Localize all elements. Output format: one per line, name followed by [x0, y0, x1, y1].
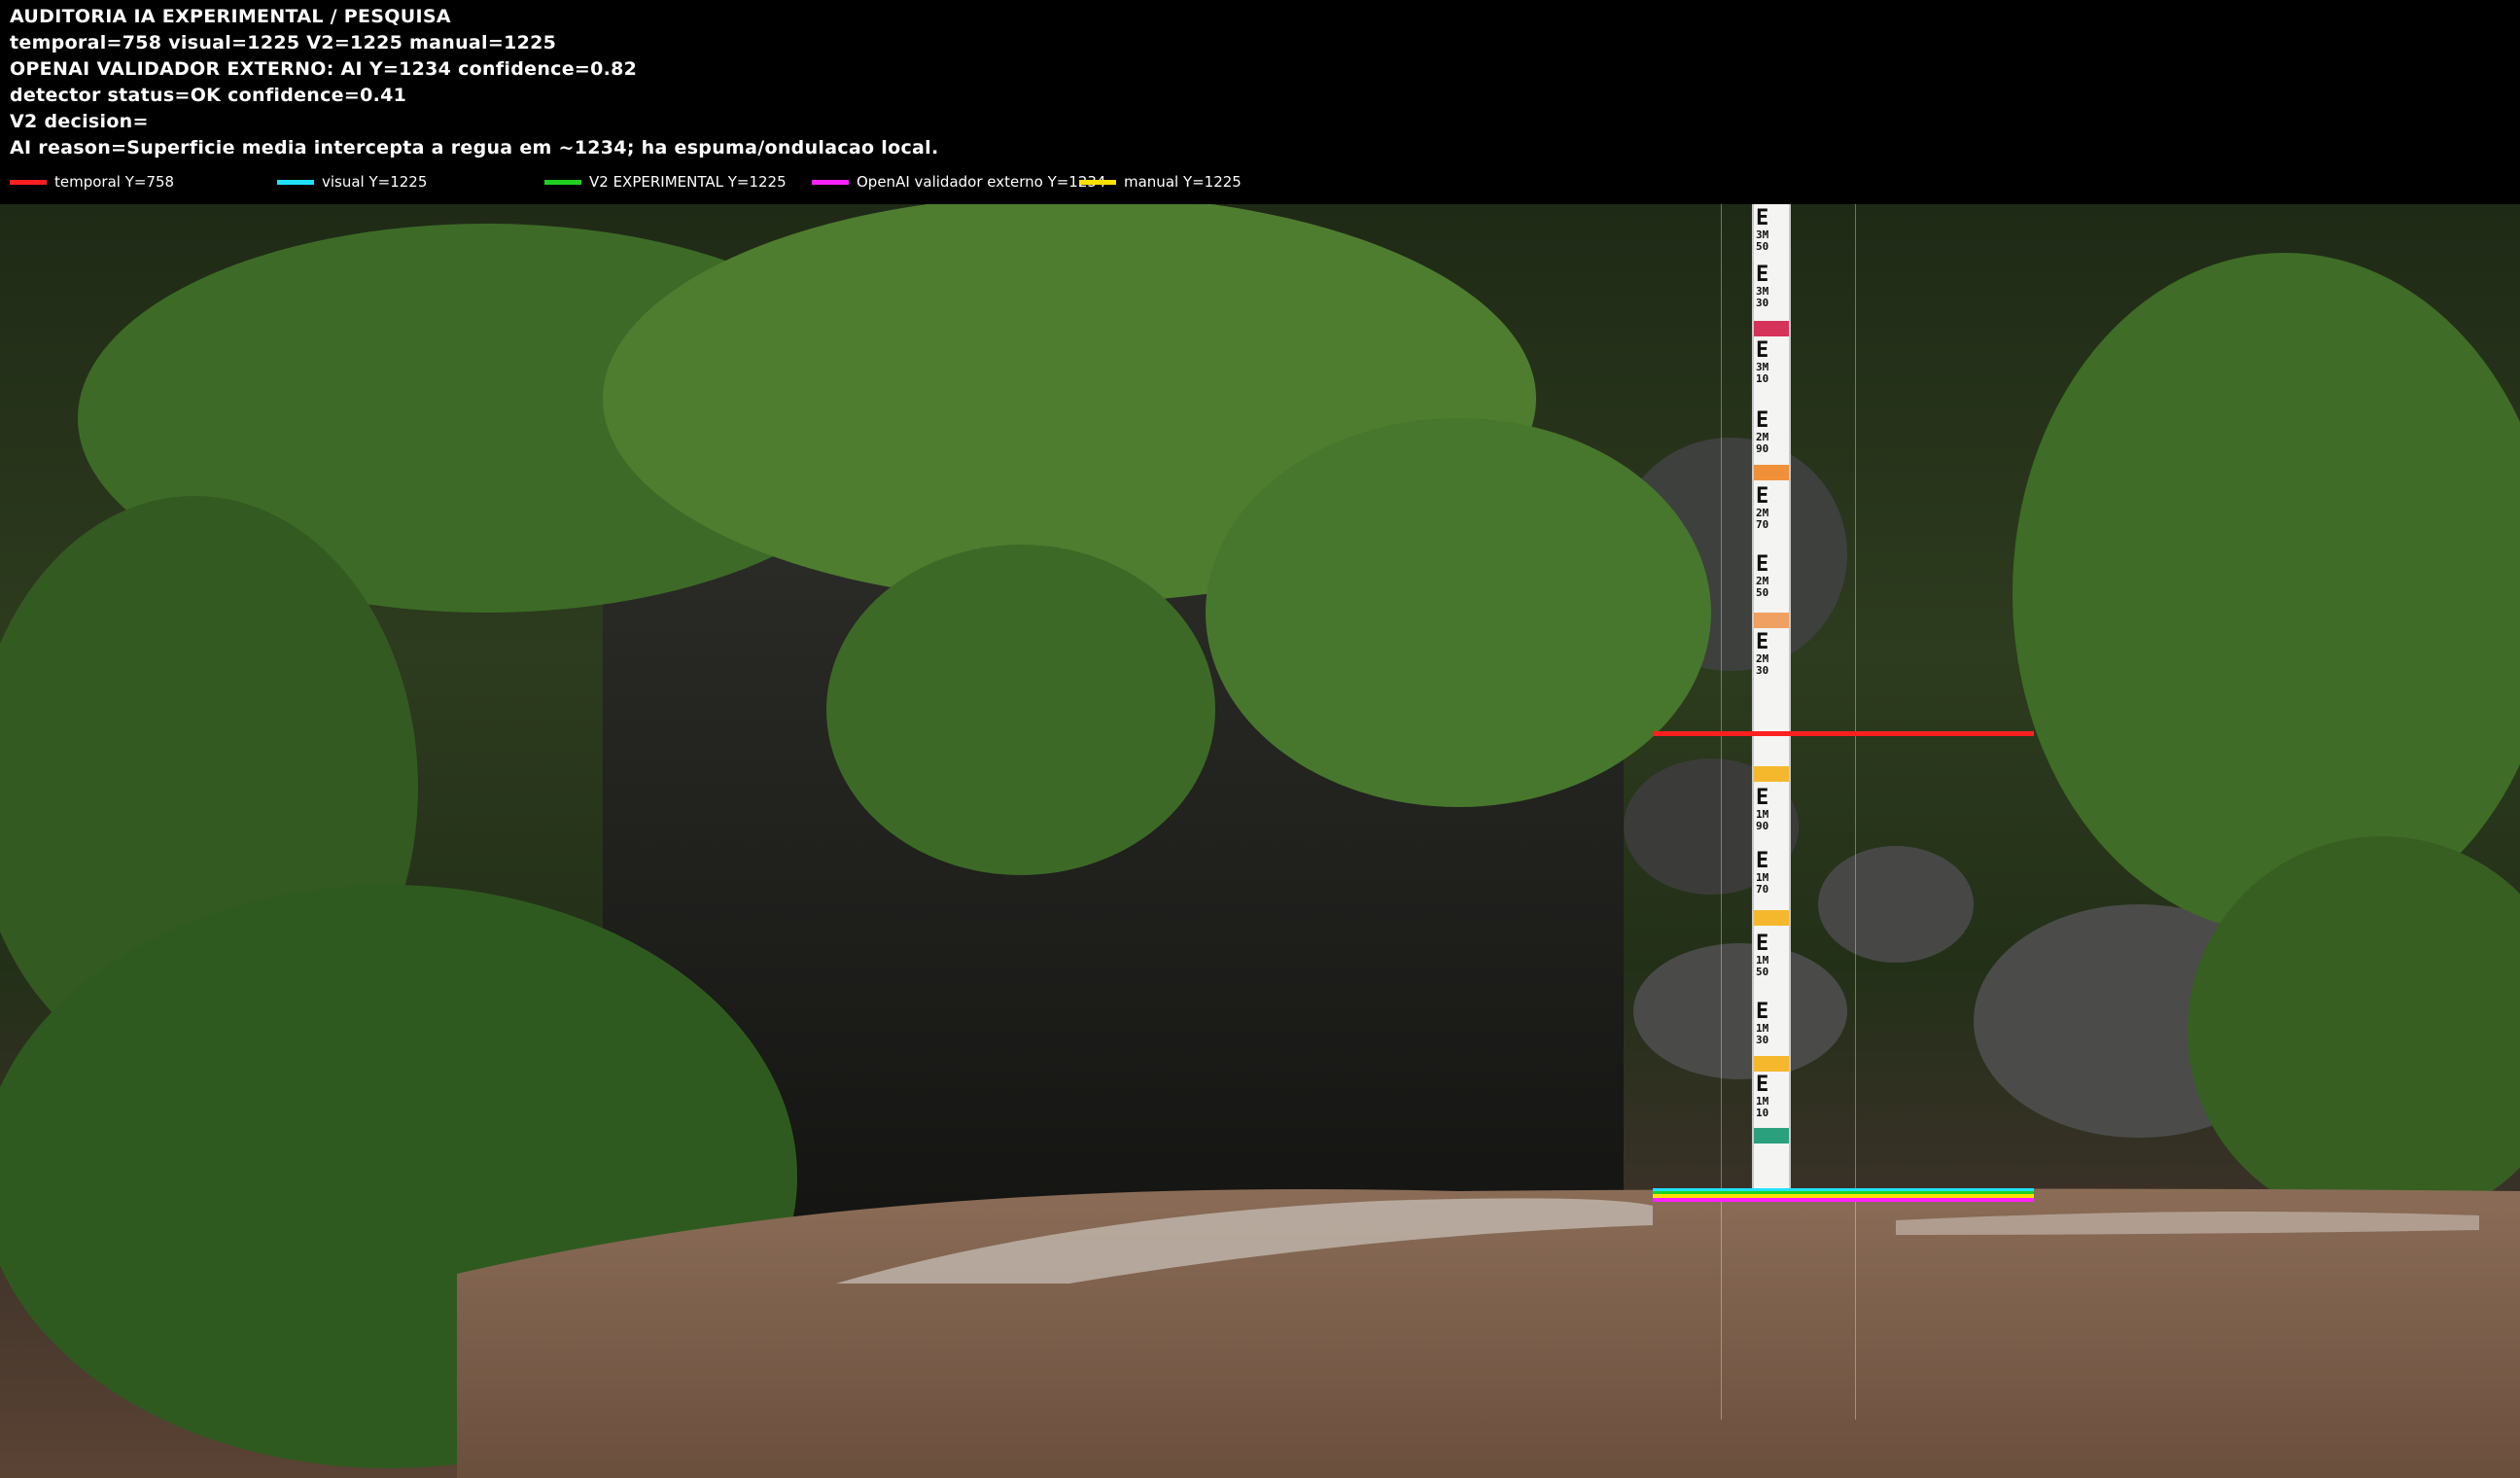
gauge-mark: E 1M 30 [1756, 1000, 1769, 1046]
rock [1633, 943, 1847, 1079]
gauge-mark: E 3M 10 [1756, 338, 1769, 385]
legend-label-temporal: temporal Y=758 [54, 173, 175, 191]
openai-level-line [1653, 1198, 2034, 1202]
vegetation [1206, 418, 1711, 807]
legend-item-temporal: temporal Y=758 [10, 171, 174, 193]
hud-v2-decision: V2 decision= [10, 111, 149, 132]
hud-title: AUDITORIA IA EXPERIMENTAL / PESQUISA [10, 6, 451, 27]
gauge-mark: E 2M 50 [1756, 552, 1769, 599]
vertical-guide-right [1855, 204, 1856, 1420]
legend-label-v2: V2 EXPERIMENTAL Y=1225 [589, 173, 787, 191]
legend-item-openai: OpenAI validador externo Y=1234 [812, 171, 1105, 193]
gauge-band-orange [1754, 613, 1789, 628]
gauge-band-red [1754, 321, 1789, 336]
legend-label-openai: OpenAI validador externo Y=1234 [857, 173, 1106, 191]
yellow-line-swatch-icon [1079, 179, 1116, 185]
vegetation [2012, 253, 2520, 933]
legend-label-manual: manual Y=1225 [1124, 173, 1242, 191]
gauge-mark: E 1M 90 [1756, 786, 1769, 832]
scene-backdrop [0, 204, 2520, 1478]
legend-item-visual: visual Y=1225 [277, 171, 427, 193]
rock [1818, 846, 1974, 963]
gauge-band-yellow [1754, 766, 1789, 782]
hud-readings: temporal=758 visual=1225 V2=1225 manual=… [10, 32, 557, 53]
audit-hud: AUDITORIA IA EXPERIMENTAL / PESQUISA tem… [0, 0, 2520, 204]
camera-frame: E 3M 50 E 3M 30 E 3M 10 E 2M 90 E 2M 70 E 2M 5… [0, 204, 2520, 1478]
gauge-mark: E 3M 30 [1756, 263, 1769, 309]
magenta-line-swatch-icon [812, 179, 849, 185]
gauge-band-yellow [1754, 1056, 1789, 1072]
gauge-mark: E 2M 70 [1756, 484, 1769, 531]
red-line-swatch-icon [10, 179, 47, 185]
gauge-band-teal [1754, 1128, 1789, 1144]
gauge-mark: E 2M 90 [1756, 408, 1769, 455]
gauge-mark: E 1M 50 [1756, 932, 1769, 978]
temporal-level-line [1653, 731, 2034, 736]
hud-ai-reason: AI reason=Superficie media intercepta a … [10, 137, 939, 158]
vertical-guide-left [1721, 204, 1722, 1420]
gauge-mark: E 3M 50 [1756, 206, 1769, 253]
cyan-line-swatch-icon [277, 179, 314, 185]
legend-label-visual: visual Y=1225 [322, 173, 428, 191]
gauge-band-orange [1754, 465, 1789, 480]
water-level-gauge: E 3M 50 E 3M 30 E 3M 10 E 2M 90 E 2M 70 E 2M 5… [1752, 204, 1791, 1191]
gauge-band-yellow [1754, 910, 1789, 926]
legend-item-v2: V2 EXPERIMENTAL Y=1225 [544, 171, 787, 193]
hud-detector-status: detector status=OK confidence=0.41 [10, 85, 407, 106]
green-line-swatch-icon [544, 179, 581, 185]
vegetation [826, 545, 1215, 875]
gauge-mark: E 1M 70 [1756, 849, 1769, 896]
line-legend: temporal Y=758 visual Y=1225 V2 EXPERIME… [10, 171, 2499, 193]
gauge-mark: E 1M 10 [1756, 1073, 1769, 1119]
hud-openai-validator: OPENAI VALIDADOR EXTERNO: AI Y=1234 conf… [10, 58, 638, 80]
gauge-mark: E 2M 30 [1756, 630, 1769, 677]
legend-item-manual: manual Y=1225 [1079, 171, 1242, 193]
